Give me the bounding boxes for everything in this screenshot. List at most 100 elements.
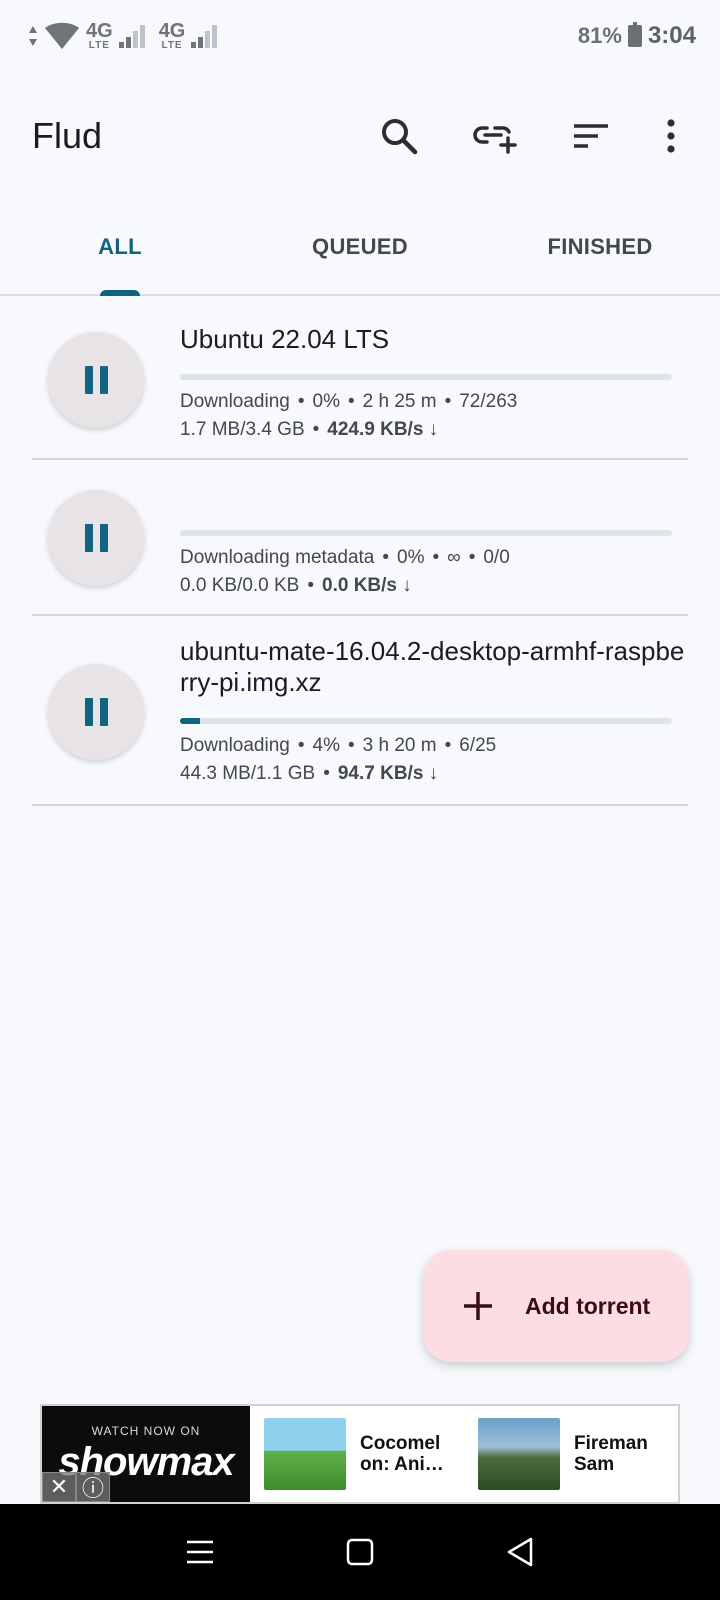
pause-icon-bar [84, 366, 93, 394]
tab-finished[interactable]: FINISHED [480, 200, 720, 294]
search-button[interactable] [368, 105, 430, 167]
torrent-status-line: Downloading metadata • 0% • ∞ • 0/0 [180, 547, 510, 568]
pieces-text: 72/263 [459, 391, 518, 412]
torrent-status-line: Downloading • 0% • 2 h 25 m • 72/263 [180, 391, 518, 412]
pause-button[interactable] [48, 664, 144, 760]
ad-banner: WATCH NOW ON showmax ✕ ⓘ Cocomel on: Ani… [40, 1404, 680, 1504]
ad-controls: ✕ ⓘ [42, 1472, 110, 1502]
search-icon [382, 119, 418, 155]
pieces-text: 6/25 [459, 735, 497, 756]
pause-button[interactable] [48, 490, 144, 586]
more-vert-icon [667, 119, 675, 153]
torrent-list: Ubuntu 22.04 LTS Downloading • 0% • 2 h 25 m… [32, 296, 688, 806]
size-text: 0.0 KB/0.0 KB [180, 575, 300, 596]
system-nav-bar [0, 1504, 720, 1600]
pause-icon-bar [99, 524, 108, 552]
ad-item-label: Fireman Sam [574, 1433, 648, 1475]
speed-text: 424.9 KB/s ↓ [327, 419, 439, 440]
status-text: Downloading [180, 735, 290, 756]
torrent-title: Ubuntu 22.04 LTS [180, 324, 688, 355]
more-options-button[interactable] [656, 105, 686, 167]
tab-queued[interactable]: QUEUED [240, 200, 480, 294]
app-bar: Flud [0, 72, 720, 200]
data-arrows-icon [29, 26, 37, 46]
ad-thumbnail [264, 1418, 346, 1490]
size-text: 44.3 MB/1.1 GB [180, 763, 316, 784]
torrent-size-line: 1.7 MB/3.4 GB • 424.9 KB/s ↓ [180, 419, 439, 440]
torrent-item[interactable]: Downloading metadata • 0% • ∞ • 0/0 0.0 KB/0.0… [32, 460, 688, 616]
progress-bar [180, 374, 672, 380]
add-torrent-label: Add torrent [525, 1292, 651, 1319]
torrent-title: ubuntu-mate-16.04.2-desktop-armhf-raspbe… [180, 636, 688, 698]
sort-button[interactable] [560, 105, 622, 167]
ad-item-label: Cocomel on: Ani… [360, 1433, 444, 1475]
torrent-item[interactable]: ubuntu-mate-16.04.2-desktop-armhf-raspbe… [32, 616, 688, 806]
home-button[interactable] [330, 1522, 390, 1582]
ad-main-creative[interactable]: WATCH NOW ON showmax ✕ ⓘ [42, 1406, 250, 1502]
back-button[interactable] [490, 1522, 550, 1582]
network-indicator-2: 4G LTE [159, 21, 186, 51]
speed-text: 0.0 KB/s ↓ [322, 575, 412, 596]
eta-text: 2 h 25 m [362, 391, 437, 412]
recents-button[interactable] [170, 1522, 230, 1582]
tab-bar: ALL QUEUED FINISHED [0, 200, 720, 296]
ad-close-icon[interactable]: ✕ [42, 1472, 76, 1502]
pause-button[interactable] [48, 332, 144, 428]
percent-text: 0% [312, 391, 340, 412]
battery-percent: 81% [577, 23, 622, 48]
pause-icon-bar [99, 366, 108, 394]
ad-item[interactable]: Fireman Sam [464, 1406, 678, 1502]
torrent-size-line: 44.3 MB/1.1 GB • 94.7 KB/s ↓ [180, 763, 439, 784]
pieces-text: 0/0 [483, 547, 510, 568]
ad-item[interactable]: Cocomel on: Ani… [250, 1406, 464, 1502]
progress-bar [180, 718, 672, 724]
tab-label: QUEUED [312, 234, 408, 259]
sort-icon [574, 124, 608, 148]
ad-thumbnail [478, 1418, 560, 1490]
pause-icon-bar [84, 524, 93, 552]
eta-text: ∞ [447, 547, 461, 568]
tab-label: ALL [98, 234, 142, 259]
ad-tagline: WATCH NOW ON [91, 1423, 201, 1438]
toolbar-actions [368, 105, 686, 167]
torrent-status-line: Downloading • 4% • 3 h 20 m • 6/25 [180, 735, 497, 756]
progress-bar [180, 530, 672, 536]
torrent-name: ubuntu-mate-16.04.2-desktop-armhf-raspbe… [180, 636, 685, 697]
status-bar: 4G LTE 4G LTE 81% 3:04 [0, 0, 720, 72]
network-type: 4G [86, 20, 113, 42]
pause-icon-bar [99, 698, 108, 726]
ad-info-icon[interactable]: ⓘ [76, 1472, 110, 1502]
network-type: 4G [158, 20, 186, 42]
percent-text: 0% [397, 547, 425, 568]
network-subtype: LTE [161, 40, 183, 51]
status-left: 4G LTE 4G LTE [28, 21, 225, 51]
add-link-button[interactable] [464, 105, 526, 167]
wifi-icon [45, 22, 79, 49]
app-title: Flud [32, 115, 103, 156]
torrent-item[interactable]: Ubuntu 22.04 LTS Downloading • 0% • 2 h 25 m… [32, 296, 688, 460]
tab-all[interactable]: ALL [0, 200, 240, 296]
progress-fill [180, 718, 200, 724]
square-icon [346, 1538, 374, 1566]
signal-icon [118, 24, 145, 48]
network-indicator-1: 4G LTE [86, 21, 113, 51]
status-text: Downloading metadata [180, 547, 375, 568]
network-subtype: LTE [88, 40, 110, 51]
status-right: 81% 3:04 [578, 22, 696, 50]
signal-icon [191, 24, 218, 48]
add-link-icon [473, 126, 517, 154]
plus-icon [464, 1292, 492, 1320]
triangle-back-icon [507, 1537, 533, 1567]
speed-text: 94.7 KB/s ↓ [337, 763, 439, 784]
torrent-name: Ubuntu 22.04 LTS [180, 324, 390, 354]
menu-icon [187, 1540, 213, 1564]
add-torrent-button[interactable]: Add torrent [423, 1250, 689, 1362]
size-text: 1.7 MB/3.4 GB [180, 419, 305, 440]
eta-text: 3 h 20 m [362, 735, 437, 756]
percent-text: 4% [312, 735, 340, 756]
tab-label: FINISHED [547, 234, 653, 259]
status-text: Downloading [180, 391, 290, 412]
battery-charging-icon [627, 22, 642, 47]
pause-icon-bar [84, 698, 93, 726]
torrent-size-line: 0.0 KB/0.0 KB • 0.0 KB/s ↓ [180, 575, 412, 596]
